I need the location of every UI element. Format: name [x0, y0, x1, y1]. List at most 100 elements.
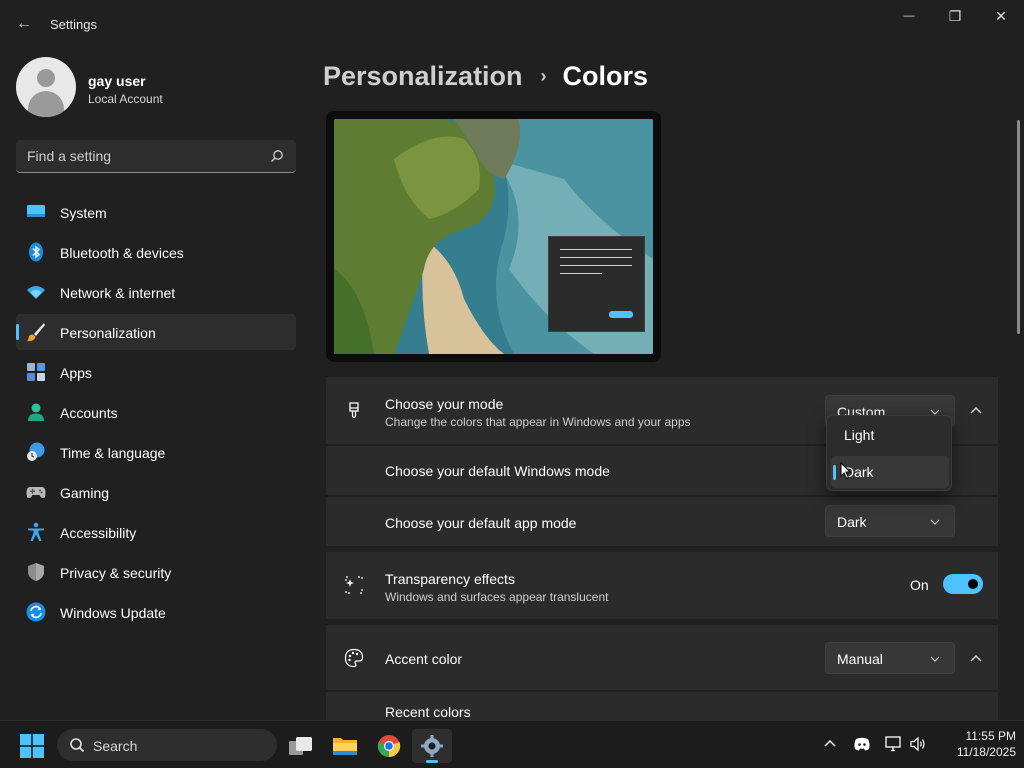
preview-window [548, 236, 645, 332]
account-type: Local Account [88, 92, 163, 106]
discord-icon[interactable] [853, 735, 871, 753]
sidebar-item-privacy[interactable]: Privacy & security [16, 554, 296, 590]
preview-line [560, 265, 632, 266]
toggle-knob [968, 579, 978, 589]
transparency-subtitle: Windows and surfaces appear translucent [385, 590, 609, 604]
system-icon [27, 205, 45, 217]
sidebar-item-label: System [60, 205, 107, 221]
settings-search[interactable] [16, 140, 296, 173]
transparency-title: Transparency effects [385, 571, 515, 587]
close-button[interactable]: ✕ [978, 0, 1024, 32]
sidebar-item-accounts[interactable]: Accounts [16, 394, 296, 430]
taskbar-search-label: Search [93, 738, 138, 754]
sidebar-item-label: Time & language [60, 445, 166, 461]
update-icon [26, 602, 46, 622]
bluetooth-icon [29, 242, 43, 262]
chevron-up-icon[interactable] [964, 398, 988, 422]
task-view-button[interactable] [281, 729, 321, 763]
close-icon: ✕ [995, 7, 1007, 24]
chevron-down-icon [930, 656, 940, 662]
toggle-state-label: On [910, 577, 929, 593]
app-mode-select-value: Dark [837, 514, 867, 530]
gamepad-icon [26, 487, 46, 498]
page-title: Colors [562, 60, 649, 91]
sidebar-item-personalization[interactable]: Personalization [16, 314, 296, 350]
app-mode-row: Choose your default app mode Dark [326, 497, 998, 546]
minimize-button[interactable]: — [886, 0, 932, 32]
sidebar-item-time-language[interactable]: Time & language [16, 434, 296, 470]
palette-icon [344, 648, 364, 668]
breadcrumb-parent[interactable]: Personalization [323, 61, 523, 92]
wifi-icon [27, 286, 45, 299]
restore-icon: ❐ [948, 7, 962, 24]
chrome-button[interactable] [369, 729, 409, 763]
transparency-toggle[interactable] [943, 574, 983, 594]
scrollbar-thumb[interactable] [1017, 120, 1020, 334]
sidebar-item-network[interactable]: Network & internet [16, 274, 296, 310]
sidebar-item-apps[interactable]: Apps [16, 354, 296, 390]
windows-mode-label: Choose your default Windows mode [385, 463, 610, 479]
title-bar: ← Settings — ❐ ✕ [0, 0, 1024, 48]
network-icon[interactable] [885, 735, 903, 753]
app-mode-label: Choose your default app mode [385, 515, 577, 531]
user-name: gay user [88, 73, 146, 89]
theme-preview [326, 111, 661, 362]
app-mode-select[interactable]: Dark [825, 505, 955, 537]
accent-select[interactable]: Manual [825, 642, 955, 674]
minimize-icon: — [903, 10, 915, 22]
accent-header-row[interactable]: Accent color Manual [326, 625, 998, 690]
accent-title: Accent color [385, 651, 463, 667]
settings-app-button[interactable] [412, 729, 452, 763]
task-view-icon [289, 737, 312, 755]
gear-icon [421, 735, 443, 757]
folder-icon [333, 738, 357, 755]
chevron-down-icon [930, 519, 940, 525]
accessibility-icon [28, 522, 44, 541]
search-input[interactable] [16, 140, 266, 172]
search-icon [271, 150, 283, 162]
sidebar-item-windows-update[interactable]: Windows Update [16, 594, 296, 630]
chevron-up-icon[interactable] [821, 735, 839, 753]
chrome-icon [377, 735, 401, 758]
back-arrow-icon: ← [16, 15, 32, 32]
paintbrush-icon [27, 323, 45, 342]
accent-card: Accent color Manual Recent colors [326, 625, 998, 720]
taskbar-search[interactable]: Search [57, 729, 277, 761]
windows-start-icon[interactable] [20, 734, 44, 758]
sidebar-item-label: Network & internet [60, 285, 176, 301]
file-explorer-button[interactable] [325, 729, 365, 763]
sidebar-item-system[interactable]: System [16, 194, 296, 230]
volume-icon[interactable] [909, 735, 927, 753]
transparency-card: Transparency effects Windows and surface… [326, 552, 998, 619]
system-clock[interactable]: 11:55 PM 11/18/2025 [936, 728, 1016, 760]
avatar [16, 57, 76, 117]
search-icon [70, 738, 85, 753]
divider [326, 690, 998, 692]
sidebar-item-label: Windows Update [60, 605, 166, 621]
back-button[interactable]: ← [10, 10, 38, 38]
accent-select-value: Manual [837, 651, 883, 667]
sidebar-nav: System Bluetooth & devices Network & int… [16, 194, 296, 634]
shield-icon [28, 563, 44, 581]
person-icon [28, 403, 44, 421]
maximize-button[interactable]: ❐ [932, 0, 978, 32]
sidebar-item-gaming[interactable]: Gaming [16, 474, 296, 510]
globe-clock-icon [27, 442, 45, 461]
taskbar: Search 11:55 PM 11/18/2025 [0, 720, 1024, 768]
sidebar-item-label: Accessibility [60, 525, 137, 541]
sidebar-item-bluetooth[interactable]: Bluetooth & devices [16, 234, 296, 270]
clock-date: 11/18/2025 [956, 745, 1016, 759]
transparency-icon [345, 576, 363, 594]
app-title: Settings [50, 17, 97, 32]
dropdown-option-light[interactable]: Light [831, 419, 949, 451]
mouse-cursor-icon [840, 462, 852, 480]
sidebar-item-accessibility[interactable]: Accessibility [16, 514, 296, 550]
clock-time: 11:55 PM [965, 729, 1016, 743]
mode-title: Choose your mode [385, 396, 504, 412]
sidebar-item-label: Privacy & security [60, 565, 172, 581]
preview-line [560, 249, 632, 250]
user-card[interactable]: gay user Local Account [16, 57, 296, 117]
paint-brush-icon [349, 402, 359, 419]
chevron-up-icon[interactable] [964, 646, 988, 670]
recent-colors-label: Recent colors [385, 704, 471, 720]
